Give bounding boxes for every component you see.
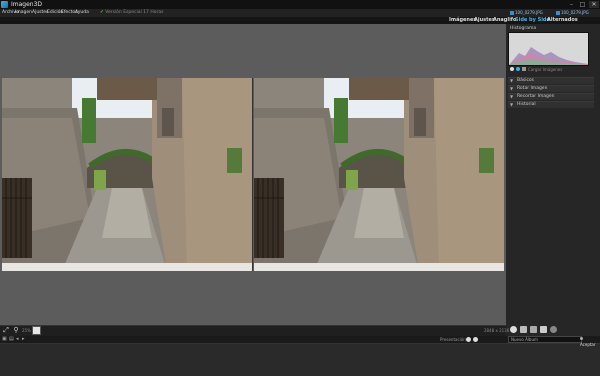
accept-label: Aceptar — [580, 342, 596, 347]
image-file-icon — [556, 11, 560, 15]
app-title: Imagen3D — [11, 1, 43, 8]
arrow-left-icon[interactable]: ◂ — [16, 337, 21, 342]
tab-ajustes[interactable]: Ajustes — [474, 17, 495, 24]
minimize-icon[interactable]: – — [567, 1, 576, 8]
histogram-hint: Cargar Imágenes — [528, 67, 563, 72]
right-eye-image — [254, 78, 504, 271]
section-label: Historial — [517, 102, 536, 107]
tab-side-by-side[interactable]: Side by Side — [515, 17, 550, 24]
chevron-down-icon: ▼ — [510, 78, 514, 83]
section-rotar-imagen[interactable]: ▼ Rotar Imagen — [508, 85, 594, 92]
close-icon[interactable]: ✕ — [589, 1, 599, 8]
title-bar — [0, 0, 600, 9]
histogram-luminance-button[interactable] — [516, 67, 520, 71]
version-notice-text: Versión Especial 17 Horas — [105, 10, 164, 15]
histogram-title: Histograma — [510, 26, 537, 31]
histogram-graph — [508, 32, 589, 66]
tab-alternados[interactable]: Alternados — [547, 17, 578, 24]
section-basicos[interactable]: ▼ Básicos — [508, 77, 594, 84]
bulb-icon[interactable] — [510, 326, 517, 333]
section-label: Rotar Imagen — [517, 86, 548, 91]
histogram-options-button[interactable] — [522, 67, 526, 71]
histogram-rgb-button[interactable] — [510, 67, 514, 71]
file-tab-2[interactable]: 100_0279.JPG — [556, 10, 589, 16]
section-label: Recortar Imagen — [517, 94, 555, 99]
chevron-down-icon: ▼ — [510, 102, 514, 107]
image-file-icon — [510, 11, 514, 15]
image-dimensions: 2848 x 2136 — [484, 328, 510, 333]
file-tab-label: 100_0279.JPG — [561, 10, 589, 15]
zoom-level: 25% — [22, 328, 31, 333]
maximize-icon[interactable]: □ — [578, 1, 587, 8]
folder-icon[interactable]: ▤ — [9, 337, 14, 342]
section-label: Básicos — [517, 78, 535, 83]
section-recortar-imagen[interactable]: ▼ Recortar Imagen — [508, 93, 594, 100]
menu-imagen[interactable]: Imagen — [15, 9, 32, 17]
fit-screen-icon[interactable]: ⤢ — [2, 326, 10, 334]
grid-icon[interactable] — [520, 326, 527, 333]
version-notice: ✔ Versión Especial 17 Horas — [100, 9, 163, 17]
play-button[interactable] — [466, 337, 471, 342]
left-eye-image — [2, 78, 252, 271]
app-logo-icon — [1, 1, 8, 8]
photo-icon[interactable]: ▣ — [2, 337, 7, 342]
album-input[interactable]: Nuevo Álbum — [508, 336, 582, 343]
file-tab-1[interactable]: 100_0279.JPG — [510, 10, 543, 16]
presentation-label: Presentación — [440, 337, 466, 342]
accept-button[interactable]: Aceptar — [580, 336, 598, 347]
stop-button[interactable] — [473, 337, 478, 342]
compare-icon[interactable] — [540, 326, 547, 333]
check-icon: ✔ — [100, 10, 104, 15]
globe-icon[interactable] — [550, 326, 557, 333]
tab-imagenes[interactable]: Imágenes — [449, 17, 476, 24]
menu-ajustes[interactable]: Ajustes — [32, 9, 48, 17]
zoom-icon[interactable]: ⚲ — [12, 326, 20, 334]
accept-icon — [580, 337, 583, 340]
chevron-down-icon: ▼ — [510, 86, 514, 91]
file-tab-label: 100_0279.JPG — [515, 10, 543, 15]
tab-anaglifo[interactable]: Anaglifo — [493, 17, 516, 24]
layers-icon[interactable] — [530, 326, 537, 333]
arrow-right-icon[interactable]: ▸ — [22, 337, 27, 342]
chevron-down-icon: ▼ — [510, 94, 514, 99]
image-divider — [252, 78, 253, 271]
zoom-input[interactable] — [32, 326, 41, 335]
section-historial[interactable]: ▼ Historial — [508, 101, 594, 108]
menu-ayuda[interactable]: Ayuda — [75, 9, 89, 17]
